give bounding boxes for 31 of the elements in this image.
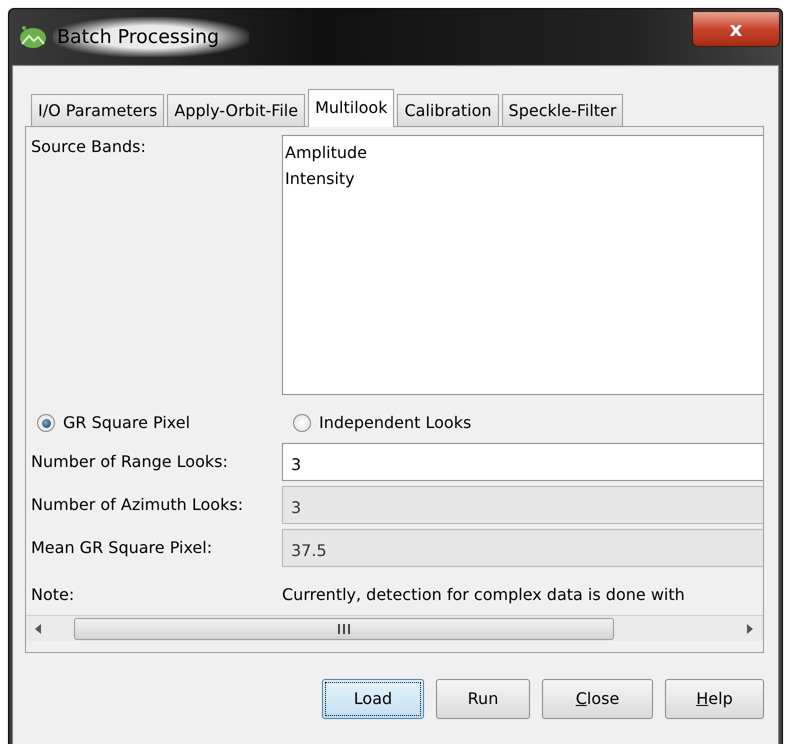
tab[interactable]: I/O Parameters <box>31 94 164 126</box>
load-button[interactable]: Load <box>322 679 424 719</box>
field-label: Number of Azimuth Looks: <box>31 494 244 516</box>
run-button[interactable]: Run <box>436 679 530 719</box>
scroll-left-icon[interactable] <box>34 624 42 634</box>
window-title: Batch Processing <box>53 16 250 58</box>
scroll-thumb[interactable] <box>74 618 614 640</box>
radio-option[interactable]: Independent Looks <box>287 411 478 435</box>
tab[interactable]: Speckle-Filter <box>502 94 624 126</box>
list-item[interactable]: Intensity <box>285 166 762 192</box>
source-bands-list[interactable]: Amplitude Intensity <box>282 135 763 395</box>
radio-button[interactable] <box>37 414 55 432</box>
horizontal-scrollbar[interactable] <box>26 615 763 641</box>
field-label: Mean GR Square Pixel: <box>31 537 214 559</box>
tab[interactable]: Multilook <box>308 89 394 127</box>
tab[interactable]: Apply-Orbit-File <box>167 94 306 126</box>
help-button[interactable]: Help <box>665 679 764 719</box>
tab[interactable]: Calibration <box>397 94 499 126</box>
list-item[interactable]: Amplitude <box>285 140 762 166</box>
scroll-right-icon[interactable] <box>746 624 754 634</box>
radio-button[interactable] <box>293 414 311 432</box>
close-button[interactable]: Close <box>542 679 653 719</box>
note-text: Currently, detection for complex data is done with <box>282 584 685 606</box>
field-label: Source Bands: <box>31 136 147 158</box>
grip-icon <box>337 624 351 634</box>
close-button[interactable]: x <box>692 11 780 47</box>
radio-option[interactable]: GR Square Pixel <box>31 411 287 435</box>
field-label: Number of Range Looks: <box>31 451 229 473</box>
app-icon <box>19 25 47 49</box>
input-field[interactable]: 3 <box>282 443 763 481</box>
note-label: Note: <box>31 584 76 606</box>
